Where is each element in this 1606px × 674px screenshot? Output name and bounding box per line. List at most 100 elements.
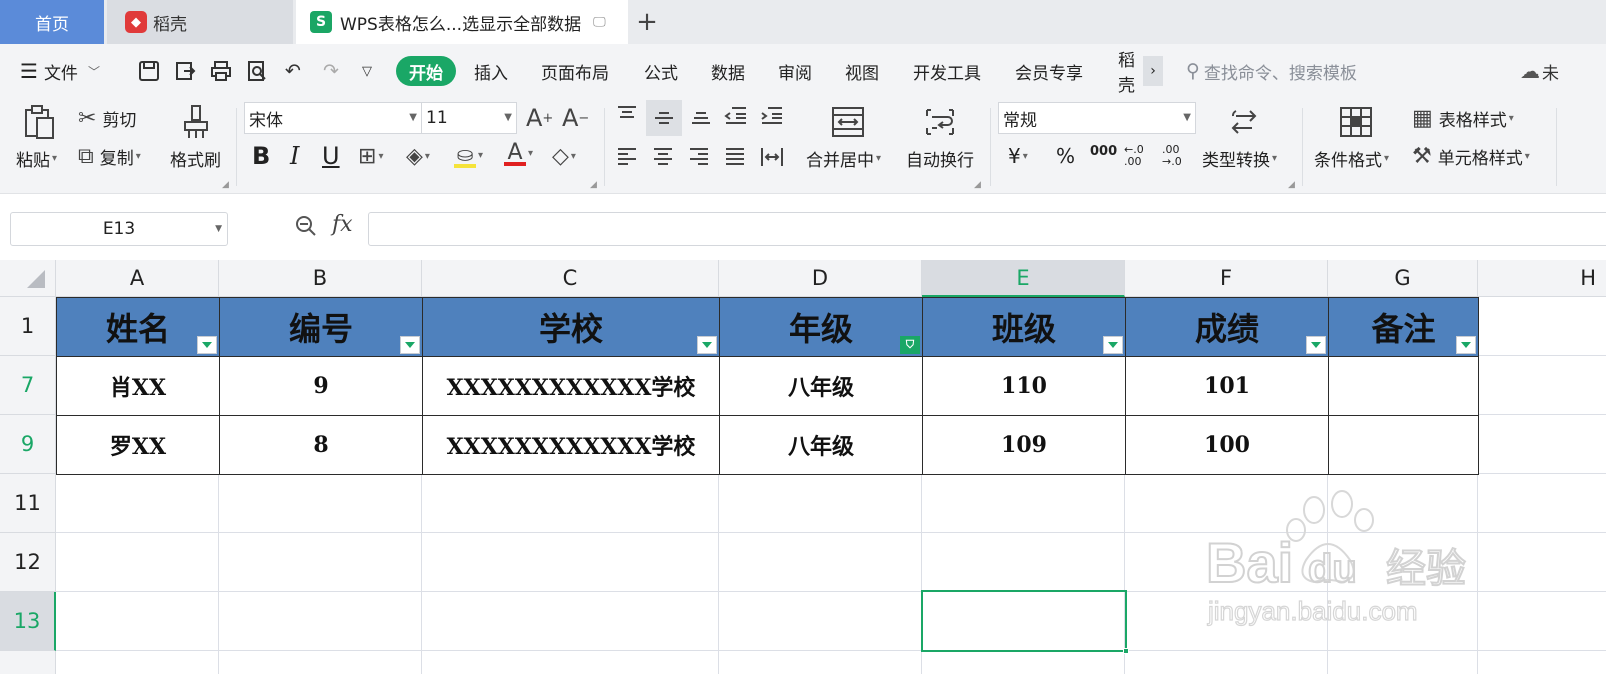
grid-cell[interactable] bbox=[422, 592, 719, 651]
row-header-7[interactable]: 7 bbox=[0, 356, 56, 415]
bold-button[interactable]: B bbox=[252, 142, 270, 170]
grid-cell[interactable] bbox=[1125, 651, 1328, 674]
conditional-format-button[interactable]: 条件格式 ▾ bbox=[1314, 146, 1389, 171]
filter-dropdown-button[interactable] bbox=[400, 336, 420, 354]
menu-more-button[interactable]: › bbox=[1143, 56, 1163, 86]
format-painter-icon[interactable] bbox=[176, 102, 216, 142]
column-header-d[interactable]: D bbox=[719, 260, 922, 297]
menu-tab-daoke[interactable]: 稻壳 bbox=[1118, 44, 1142, 98]
export-pdf-icon[interactable] bbox=[172, 58, 198, 84]
grid-cell[interactable] bbox=[219, 474, 422, 533]
table-cell[interactable]: 肖XX bbox=[56, 357, 220, 416]
table-cell[interactable]: 八年级 bbox=[720, 416, 923, 475]
grid-cell[interactable] bbox=[56, 592, 219, 651]
grid-cell[interactable] bbox=[56, 474, 219, 533]
copy-button[interactable]: ⧉ 复制 ▾ bbox=[78, 144, 141, 169]
tab-home[interactable]: 首页 bbox=[0, 0, 104, 44]
menu-tab-page-layout[interactable]: 页面布局 bbox=[541, 44, 609, 98]
fill-handle[interactable] bbox=[1123, 648, 1129, 654]
worksheet-grid[interactable]: A B C D E F G H 1 7 9 11 12 13 姓名 编号 学校 … bbox=[0, 260, 1606, 674]
grid-cell[interactable] bbox=[1328, 474, 1478, 533]
column-header-b[interactable]: B bbox=[219, 260, 422, 297]
table-cell[interactable]: 101 bbox=[1126, 357, 1329, 416]
table-cell[interactable]: 八年级 bbox=[720, 357, 923, 416]
table-cell[interactable]: 100 bbox=[1126, 416, 1329, 475]
format-painter-button[interactable]: 格式刷 bbox=[170, 146, 221, 171]
menu-tab-data[interactable]: 数据 bbox=[711, 44, 745, 98]
percent-button[interactable]: % bbox=[1056, 144, 1075, 168]
menu-tab-formula[interactable]: 公式 bbox=[644, 44, 678, 98]
align-middle-icon[interactable] bbox=[646, 100, 682, 136]
grid-cell[interactable] bbox=[219, 651, 422, 674]
grid-cell[interactable] bbox=[1125, 533, 1328, 592]
wrap-text-icon[interactable] bbox=[920, 102, 960, 142]
column-header-c[interactable]: C bbox=[422, 260, 719, 297]
thousands-separator-button[interactable]: 000 bbox=[1090, 144, 1117, 159]
new-tab-button[interactable]: + bbox=[632, 0, 662, 44]
grid-cell[interactable] bbox=[422, 533, 719, 592]
cell-shading-button[interactable]: ◈ ▾ bbox=[406, 144, 430, 169]
row-header-next[interactable] bbox=[0, 651, 56, 674]
decrease-font-size-icon[interactable]: A − bbox=[562, 104, 589, 132]
align-bottom-icon[interactable] bbox=[690, 104, 712, 126]
justify-icon[interactable] bbox=[724, 146, 746, 168]
grid-cell[interactable] bbox=[1478, 533, 1606, 592]
grid-cell[interactable] bbox=[219, 592, 422, 651]
table-cell[interactable]: 110 bbox=[923, 357, 1126, 416]
column-header-e[interactable]: E bbox=[922, 260, 1125, 297]
header-cell-school[interactable]: 学校 bbox=[423, 297, 720, 357]
column-header-f[interactable]: F bbox=[1125, 260, 1328, 297]
align-left-icon[interactable] bbox=[616, 146, 638, 168]
grid-cell[interactable] bbox=[1478, 592, 1606, 651]
clear-button[interactable]: ◇ ▾ bbox=[552, 144, 576, 169]
selected-cell-e13[interactable] bbox=[921, 590, 1129, 654]
table-cell[interactable]: 8 bbox=[220, 416, 423, 475]
fill-color-button[interactable]: ⛀ ▾ bbox=[454, 142, 483, 168]
monitor-icon[interactable]: 🖵 bbox=[593, 15, 606, 30]
alignment-dialog-launcher[interactable]: ◢ bbox=[974, 180, 981, 190]
grid-cell[interactable] bbox=[219, 533, 422, 592]
row-header-12[interactable]: 12 bbox=[0, 533, 56, 592]
cell-style-button[interactable]: ⚒ 单元格样式 ▾ bbox=[1412, 144, 1530, 169]
grid-cell[interactable] bbox=[56, 533, 219, 592]
increase-font-size-icon[interactable]: A + bbox=[526, 104, 553, 132]
table-cell[interactable]: 109 bbox=[923, 416, 1126, 475]
decrease-decimal-button[interactable]: .00 →.0 bbox=[1162, 144, 1194, 168]
grid-cell[interactable] bbox=[922, 474, 1125, 533]
increase-decimal-button[interactable]: ←.0 .00 bbox=[1124, 144, 1156, 168]
conditional-format-icon[interactable] bbox=[1336, 102, 1376, 142]
grid-cell[interactable] bbox=[1328, 651, 1478, 674]
insert-function-icon[interactable]: fx bbox=[332, 212, 353, 237]
table-style-button[interactable]: ▦ 表格样式 ▾ bbox=[1412, 106, 1514, 131]
row-header-11[interactable]: 11 bbox=[0, 474, 56, 533]
grid-cell[interactable] bbox=[56, 651, 219, 674]
column-header-g[interactable]: G bbox=[1328, 260, 1478, 297]
table-cell[interactable]: 罗XX bbox=[56, 416, 220, 475]
align-top-icon[interactable] bbox=[616, 104, 638, 126]
font-name-select[interactable]: 宋体 ▼ bbox=[244, 102, 422, 134]
paste-icon[interactable] bbox=[20, 102, 60, 142]
header-cell-remark[interactable]: 备注 bbox=[1329, 297, 1479, 357]
command-search[interactable]: ⚲ 查找命令、搜索模板 bbox=[1186, 44, 1357, 98]
font-dialog-launcher[interactable]: ◢ bbox=[590, 180, 597, 190]
menu-tab-developer[interactable]: 开发工具 bbox=[913, 44, 981, 98]
align-center-icon[interactable] bbox=[652, 146, 674, 168]
font-color-button[interactable]: A ▾ bbox=[504, 140, 533, 166]
zoom-formula-icon[interactable] bbox=[294, 214, 318, 244]
clipboard-dialog-launcher[interactable]: ◢ bbox=[222, 180, 229, 190]
name-box[interactable]: E13 ▼ bbox=[10, 212, 228, 246]
grid-cell[interactable] bbox=[422, 474, 719, 533]
wrap-text-button[interactable]: 自动换行 bbox=[906, 146, 974, 171]
grid-cell[interactable] bbox=[719, 592, 922, 651]
filter-dropdown-button[interactable] bbox=[1456, 336, 1476, 354]
header-cell-score[interactable]: 成绩 bbox=[1126, 297, 1329, 357]
grid-cell[interactable] bbox=[1328, 533, 1478, 592]
font-size-select[interactable]: 11 ▼ bbox=[421, 102, 517, 134]
grid-cell[interactable] bbox=[719, 651, 922, 674]
cut-button[interactable]: ✂ 剪切 bbox=[78, 106, 136, 131]
grid-cell[interactable] bbox=[1125, 474, 1328, 533]
column-header-h[interactable]: H bbox=[1478, 260, 1606, 297]
print-preview-icon[interactable] bbox=[244, 58, 270, 84]
italic-button[interactable]: I bbox=[290, 142, 299, 170]
menu-tab-insert[interactable]: 插入 bbox=[474, 44, 508, 98]
